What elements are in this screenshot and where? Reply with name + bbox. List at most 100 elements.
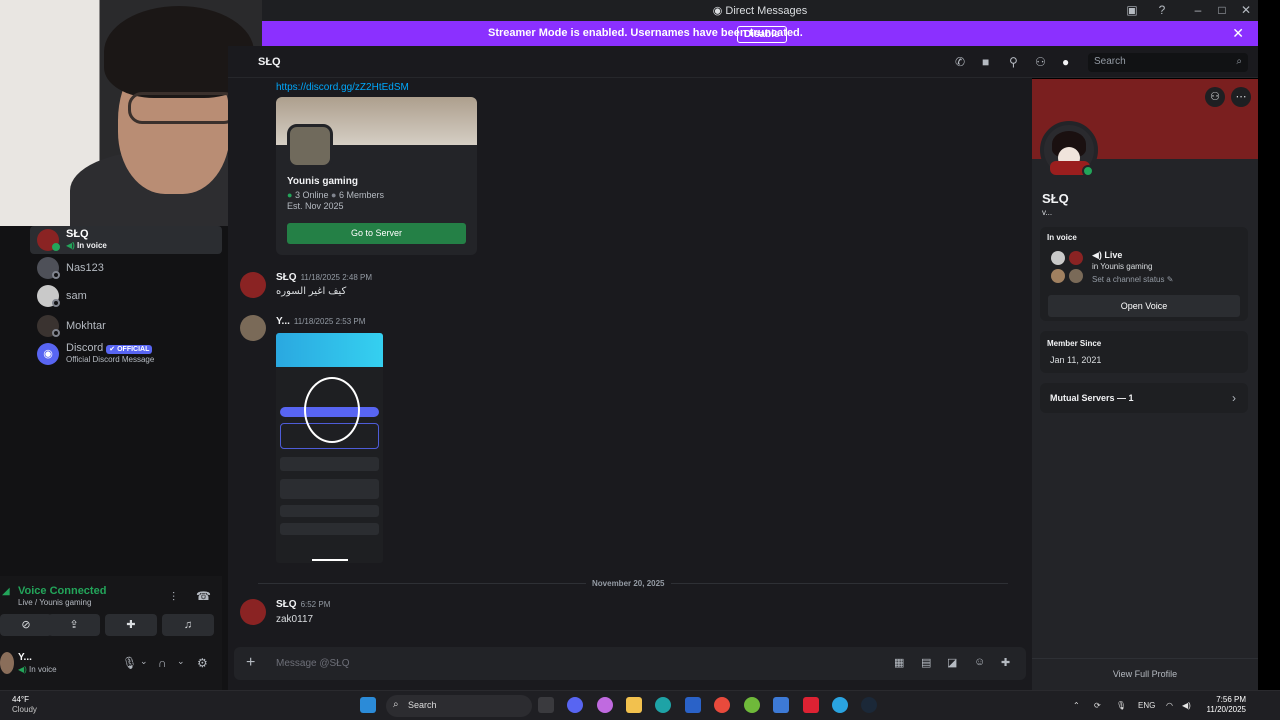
store-icon[interactable]	[685, 697, 701, 713]
server-invite-card: Younis gaming ● 3 Online ● 6 Members Est…	[276, 97, 477, 255]
taskbar-search[interactable]: ⌕ Search	[386, 695, 532, 717]
message-input[interactable]: Message @SŁQ	[276, 658, 350, 669]
message-text: كيف اغير السوره	[276, 286, 347, 297]
voice-location[interactable]: Live / Younis gaming	[18, 598, 91, 607]
mic-icon[interactable]: 🎙	[122, 656, 137, 670]
emoji-icon[interactable]: ☺	[974, 656, 985, 668]
user-profile-icon[interactable]: ●	[1062, 55, 1069, 69]
channel-status[interactable]: Set a channel status ✎	[1092, 275, 1173, 284]
banner-close-icon[interactable]: ✕	[1232, 25, 1244, 42]
volume-icon[interactable]: ◀)	[1182, 701, 1191, 710]
attachment-home-bar	[312, 559, 348, 561]
message-author[interactable]: SŁQ 11/18/2025 2:48 PM	[276, 272, 372, 283]
minimize-icon[interactable]: –	[1190, 3, 1206, 17]
attachment-header	[276, 333, 383, 367]
apps-icon[interactable]: ✚	[1001, 656, 1010, 669]
dm-item-nas123[interactable]: Nas123	[30, 254, 222, 282]
image-attachment[interactable]	[276, 333, 383, 563]
window-title: ◉ Direct Messages	[712, 5, 808, 17]
member-since-date: Jan 11, 2021	[1050, 355, 1102, 365]
chevron-down-icon[interactable]: ⌄	[177, 656, 185, 667]
chrome-icon[interactable]	[714, 697, 730, 713]
add-attachment-icon[interactable]: +	[246, 654, 255, 672]
add-friend-icon[interactable]: ⚇	[1205, 87, 1225, 107]
app-icon[interactable]	[773, 697, 789, 713]
avatar[interactable]	[240, 599, 266, 625]
invite-link[interactable]: https://discord.gg/zZ2HtEdSM	[276, 82, 409, 93]
pin-icon[interactable]: ⚲	[1009, 55, 1018, 69]
wifi-icon[interactable]: ◠	[1166, 701, 1173, 710]
tray-mic-icon[interactable]: 🎙	[1116, 701, 1126, 710]
help-icon[interactable]: ?	[1154, 3, 1170, 17]
video-call-icon[interactable]: ■	[982, 55, 989, 69]
voice-call-icon[interactable]: ✆	[955, 55, 965, 69]
server-established: Est. Nov 2025	[287, 201, 344, 211]
message-author[interactable]: Y... 11/18/2025 2:53 PM	[276, 316, 365, 327]
steam-icon[interactable]	[861, 697, 877, 713]
camera-off-button[interactable]: ⊘	[0, 614, 52, 636]
status-offline-icon	[52, 271, 60, 279]
tray-app-icon[interactable]: ⟳	[1094, 701, 1101, 710]
signal-icon[interactable]: ◢	[2, 586, 10, 597]
dm-item-discord[interactable]: ◉ Discord ✔ OFFICIAL Official Discord Mes…	[30, 340, 222, 368]
avatar[interactable]	[0, 652, 14, 674]
clock-date: 11/20/2025	[1206, 705, 1246, 714]
member-since-card: Member Since Jan 11, 2021	[1040, 331, 1248, 373]
speaker-icon: ◀)	[1092, 250, 1105, 260]
webcam-overlay	[0, 0, 262, 226]
avatar[interactable]	[240, 315, 266, 341]
profile-name: SŁQ	[1042, 191, 1069, 206]
edge-icon[interactable]	[655, 697, 671, 713]
member-since-label: Member Since	[1047, 339, 1102, 348]
settings-gear-icon[interactable]: ⚙	[197, 656, 208, 670]
status-online-icon	[52, 243, 60, 251]
gif-icon[interactable]: ▤	[921, 656, 931, 669]
sticker-icon[interactable]: ◪	[947, 656, 957, 669]
task-view-icon[interactable]	[538, 697, 554, 713]
discord-taskbar-icon[interactable]	[567, 697, 583, 713]
weather-temp[interactable]: 44°F	[12, 695, 29, 704]
language-indicator[interactable]: ENG	[1138, 701, 1155, 710]
mutual-servers-card[interactable]: Mutual Servers — 1 ›	[1040, 383, 1248, 413]
user-name: Y...	[18, 652, 32, 663]
dm-item-slq[interactable]: SŁQ ◀) In voice	[30, 226, 222, 254]
copilot-icon[interactable]	[597, 697, 613, 713]
profile-tag: v...	[1042, 208, 1053, 217]
disconnect-icon[interactable]: ☎	[196, 589, 211, 603]
dm-item-mokhtar[interactable]: Mokhtar	[30, 312, 222, 340]
app-icon[interactable]	[832, 697, 848, 713]
view-full-profile-button[interactable]: View Full Profile	[1032, 658, 1258, 690]
headphones-icon[interactable]: ∩	[158, 656, 167, 670]
streamer-mode-banner: Streamer Mode is enabled. Usernames have…	[262, 21, 1258, 46]
avatar	[1051, 269, 1065, 283]
inbox-icon[interactable]: ▣	[1124, 3, 1140, 17]
weather-desc[interactable]: Cloudy	[12, 705, 37, 714]
go-to-server-button[interactable]: Go to Server	[287, 223, 466, 244]
message-author[interactable]: SŁQ 6:52 PM	[276, 599, 330, 610]
maximize-icon[interactable]: □	[1214, 3, 1230, 17]
soundboard-button[interactable]: ♫	[162, 614, 214, 636]
title-bar: ◉ Direct Messages ▣ ? – □ ✕	[262, 0, 1258, 21]
tray-overflow-icon[interactable]: ⌃	[1073, 701, 1080, 710]
file-explorer-icon[interactable]	[626, 697, 642, 713]
screen-share-button[interactable]: ⇪	[48, 614, 100, 636]
message-composer[interactable]: + Message @SŁQ ▦ ▤ ◪ ☺ ✚	[234, 647, 1026, 680]
add-friends-icon[interactable]: ⚇	[1035, 55, 1046, 69]
noise-suppression-icon[interactable]: ⫶	[172, 590, 175, 605]
activities-button[interactable]: ✚	[105, 614, 157, 636]
dm-item-sam[interactable]: sam	[30, 282, 222, 310]
search-input[interactable]: Search ⌕	[1088, 53, 1248, 72]
chevron-down-icon[interactable]: ⌄	[140, 656, 148, 667]
avatar[interactable]	[240, 272, 266, 298]
start-icon[interactable]	[360, 697, 376, 713]
dm-sub: ◀) In voice	[66, 241, 107, 250]
app-icon[interactable]	[803, 697, 819, 713]
app-icon[interactable]	[744, 697, 760, 713]
close-window-icon[interactable]: ✕	[1238, 3, 1254, 17]
more-options-icon[interactable]: ⋯	[1231, 87, 1251, 107]
gift-icon[interactable]: ▦	[894, 656, 904, 669]
disable-button[interactable]: Disable	[737, 26, 787, 43]
dm-name: Mokhtar	[66, 320, 106, 332]
open-voice-button[interactable]: Open Voice	[1048, 295, 1240, 317]
clock[interactable]: 7:56 PM 11/20/2025	[1207, 695, 1246, 715]
